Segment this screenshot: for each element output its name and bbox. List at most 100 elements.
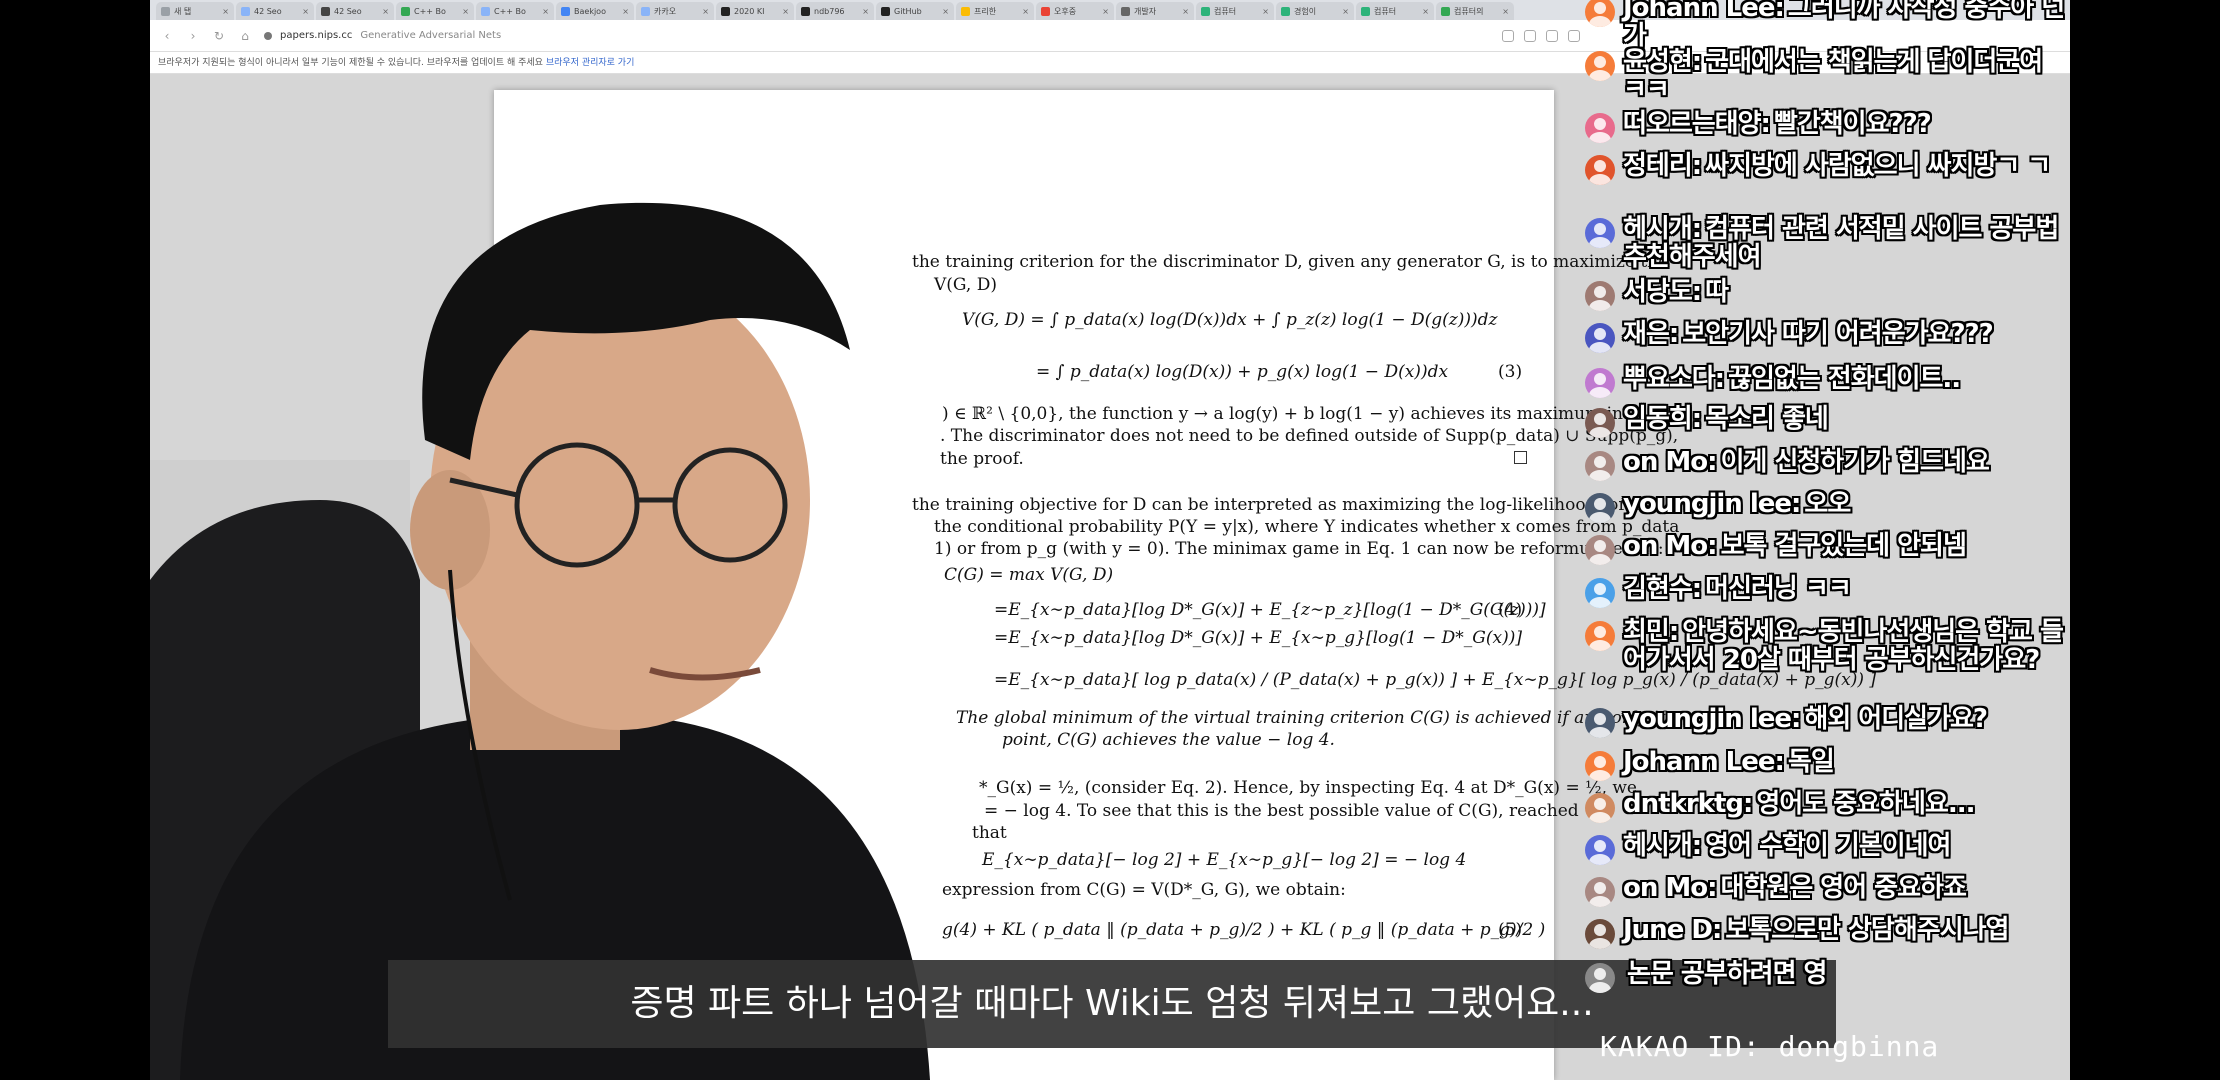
tab-close-icon[interactable]: × [782,7,789,16]
chat-text: 대학원은 영어 중요하죠 [1720,873,1967,903]
chat-message: youngjin lee: 해외 어디실가요? [1585,705,2070,738]
chat-text: 오오 [1804,489,1851,519]
chat-text: 보안기사 따기 어려운가요??? [1682,319,1993,349]
chat-text: 영어 수학이 기본이네여 [1705,831,1951,861]
tab-favicon-icon [161,6,170,16]
chat-username: June D: [1623,915,1722,945]
browser-tab[interactable]: 42 Seo × [236,2,314,20]
tab-close-icon[interactable]: × [542,7,549,16]
infobar-text: 브라우저가 지원되는 형식이 아니라서 일부 기능이 제한될 수 있습니다. 브… [158,58,543,68]
browser-tab[interactable]: C++ Bo × [476,2,554,20]
tab-label: 42 Seo [334,6,362,16]
address-bar[interactable]: papers.nips.cc Generative Adversarial Ne… [264,30,501,41]
chat-username: 김현수: [1623,574,1702,604]
browser-tab[interactable]: 개발자 × [1116,2,1194,20]
chat-username: 서당도: [1623,277,1702,307]
browser-tab[interactable]: 42 Seo × [316,2,394,20]
browser-tab[interactable]: 오후중 × [1036,2,1114,20]
tab-label: 컴퓨터의 [1454,6,1484,16]
chat-message-body: 정테리: 싸지방에 사람없으니 싸지방ㄱ ㄱ [1623,152,2068,180]
live-chat-overlay: Johann Lee: 그러니까 사작성 중주아 넌가 윤성현: 군대에서는 책읽는게… [1585,0,2070,1080]
chat-message-body: on Mo: 이게 신청하기가 힘드네요 [1623,448,2068,476]
bookmark-icon[interactable] [1524,29,1536,42]
tab-close-icon[interactable]: × [382,7,389,16]
chat-message: 헤시개: 영어 수학이 기본이네여 [1585,832,2070,865]
extension-icon[interactable] [1546,29,1558,42]
tab-close-icon[interactable]: × [1342,7,1349,16]
browser-tab[interactable]: 경험이 × [1276,2,1354,20]
equation-number: (4) [1498,600,1523,620]
tab-close-icon[interactable]: × [1262,7,1269,16]
chat-avatar [1585,877,1615,907]
chat-avatar [1585,323,1615,353]
tab-close-icon[interactable]: × [622,7,629,16]
tab-label: 2020 KI [734,6,765,16]
tab-close-icon[interactable]: × [942,7,949,16]
menu-icon[interactable] [1568,29,1580,42]
chat-message: 재은: 보안기사 따기 어려운가요??? [1585,320,2070,353]
chat-text: 논문 공부하려면 영 [1627,959,1827,989]
tab-close-icon[interactable]: × [1022,7,1029,16]
home-icon[interactable]: ⌂ [238,29,252,43]
tab-close-icon[interactable]: × [462,7,469,16]
chat-avatar [1585,51,1615,81]
paper-line: 1) or from p_g (with y = 0). The minimax… [934,539,1664,559]
browser-tab[interactable]: 컴퓨터의 × [1436,2,1514,20]
chat-text: 끊임없는 전화데이트.. [1728,364,1961,394]
tab-label: 새 탭 [174,6,192,16]
paper-line: ) ∈ ℝ² \ {0,0}, the function y → a log(y… [942,404,1623,424]
paper-line: expression from C(G) = V(D*_G, G), we ob… [942,880,1346,900]
chat-avatar [1585,578,1615,608]
chat-message-body: 서당도: 따 [1623,278,2068,306]
reload-icon[interactable]: ↻ [212,29,226,43]
forward-icon[interactable]: › [186,29,200,43]
tab-close-icon[interactable]: × [702,7,709,16]
tab-close-icon[interactable]: × [862,7,869,16]
chat-message-body: on Mo: 보톡 걸구있는데 안되넴 [1623,532,2068,560]
tab-label: 오후중 [1054,6,1077,16]
browser-tab[interactable]: 카카오 × [636,2,714,20]
chat-message-body: 임동희: 목소리 좋네 [1623,405,2068,433]
tab-label: 카카오 [654,6,677,16]
browser-tab[interactable]: 2020 KI × [716,2,794,20]
equation-3b: = ∫ p_data(x) log(D(x)) + p_g(x) log(1 −… [1036,362,1449,382]
tab-close-icon[interactable]: × [1502,7,1509,16]
theorem-line: The global minimum of the virtual traini… [956,708,1665,728]
chat-message-body: 헤시개: 컴퓨터 관련 서적밑 사이트 공부법 추천해주세여 [1623,215,2068,271]
browser-tab[interactable]: Baekjoo × [556,2,634,20]
back-icon[interactable]: ‹ [160,29,174,43]
chat-username: 헤시개: [1623,214,1702,244]
browser-tab[interactable]: 컴퓨터 × [1196,2,1274,20]
browser-tab[interactable]: 프리한 × [956,2,1034,20]
chat-message-body: Johann Lee: 그러니까 사작성 중주아 넌가 [1623,0,2068,50]
browser-tab[interactable]: GitHub × [876,2,954,20]
chat-avatar [1585,113,1615,143]
tab-close-icon[interactable]: × [302,7,309,16]
zoom-icon[interactable] [1502,29,1514,42]
chat-text: 보톡으로만 상담해주시나엽 [1725,915,2009,945]
chat-username: Johann Lee: [1623,0,1785,23]
equation-4c: =E_{x∼p_data}[log D*_G(x)] + E_{x∼p_g}[l… [994,628,1522,648]
tab-label: 프리한 [974,6,997,16]
chat-avatar [1585,451,1615,481]
tab-close-icon[interactable]: × [1182,7,1189,16]
infobar-link[interactable]: 브라우저 관리자로 가기 [546,58,635,68]
chat-avatar [1585,835,1615,865]
browser-tab[interactable]: 컴퓨터 × [1356,2,1434,20]
tab-favicon-icon [481,6,490,16]
chat-avatar [1585,963,1615,993]
chat-text: 안녕하세요~동빈나선생님은 학교 들어가서서 20살 때부터 공부하신건가요? [1623,617,2064,675]
chat-message-body: 윤성현: 군대에서는 책읽는게 답이더군여 ㅋㅋ [1623,48,2068,104]
tab-close-icon[interactable]: × [1102,7,1109,16]
chat-username: on Mo: [1623,531,1718,561]
browser-tab[interactable]: C++ Bo × [396,2,474,20]
tab-favicon-icon [881,6,890,16]
chat-avatar [1585,408,1615,438]
browser-tab[interactable]: 새 탭 × [156,2,234,20]
tab-label: C++ Bo [494,6,526,16]
chat-message: youngjin lee: 오오 [1585,490,2070,523]
tab-close-icon[interactable]: × [222,7,229,16]
tab-close-icon[interactable]: × [1422,7,1429,16]
tab-label: Baekjoo [574,6,606,16]
browser-tab[interactable]: ndb796 × [796,2,874,20]
